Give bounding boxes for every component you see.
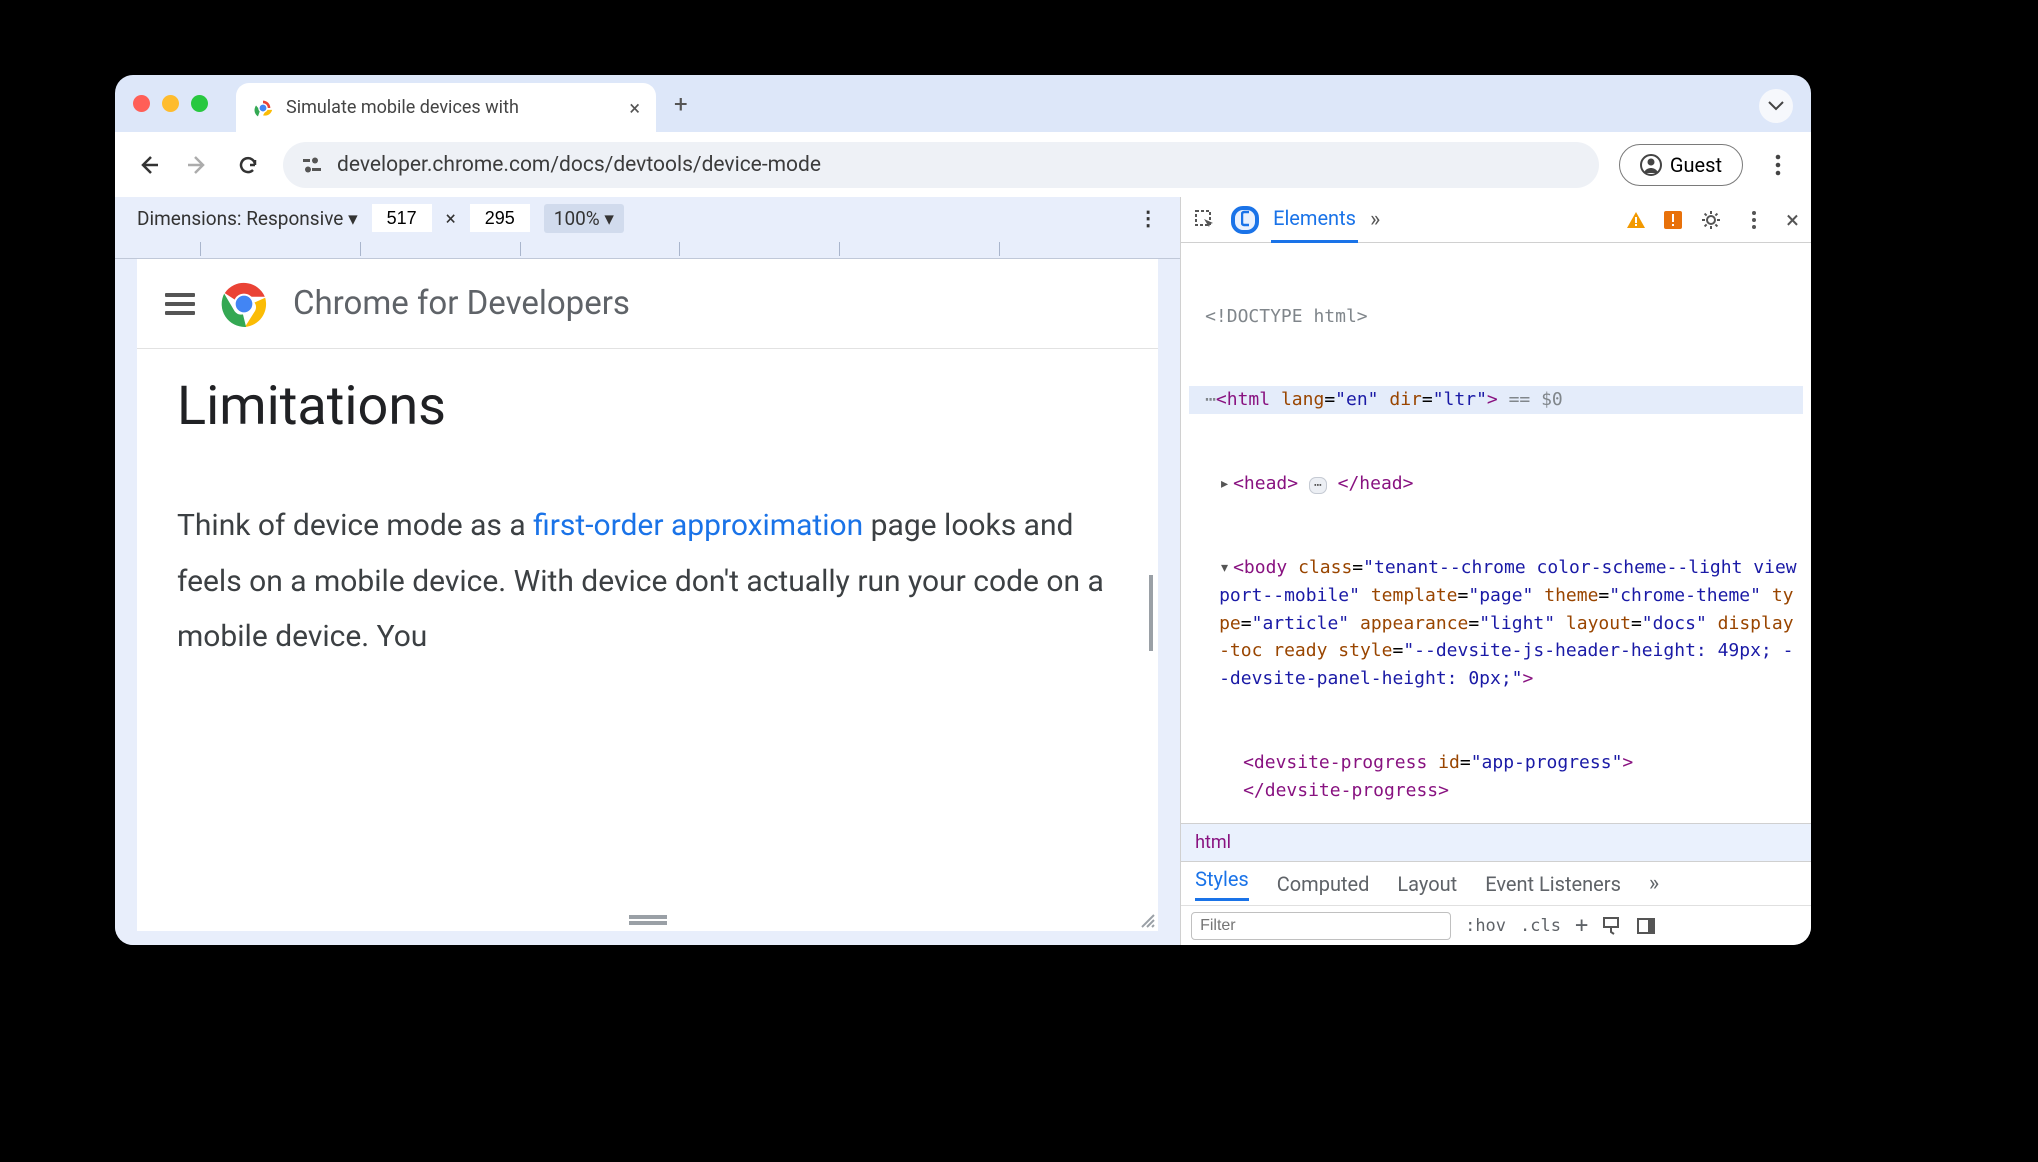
minimize-window-button[interactable]	[162, 95, 179, 112]
resize-handle-bottom[interactable]	[629, 913, 667, 927]
address-bar[interactable]: developer.chrome.com/docs/devtools/devic…	[283, 142, 1599, 188]
paragraph: Think of device mode as a first-order ap…	[177, 498, 1118, 665]
warning-icon[interactable]	[1626, 211, 1646, 229]
panel-toggle-icon[interactable]	[1636, 916, 1656, 936]
progress-line[interactable]: <devsite-progress id="app-progress"></de…	[1189, 749, 1803, 805]
browser-tab[interactable]: Simulate mobile devices with ×	[236, 83, 656, 132]
browser-window: Simulate mobile devices with × + develop…	[115, 75, 1811, 945]
chrome-icon	[252, 97, 274, 119]
guest-profile-button[interactable]: Guest	[1619, 144, 1743, 186]
hamburger-icon[interactable]	[165, 288, 195, 320]
tab-search-button[interactable]	[1759, 89, 1793, 123]
device-mode-pane: Dimensions: Responsive ▾ × 100% ▾ ⋮ Chro…	[115, 197, 1180, 945]
computed-tab[interactable]: Computed	[1277, 872, 1370, 896]
resize-handle-corner[interactable]	[1140, 913, 1156, 929]
styles-tabbar: Styles Computed Layout Event Listeners »	[1181, 861, 1811, 905]
width-input[interactable]	[372, 204, 432, 232]
fullscreen-window-button[interactable]	[191, 95, 208, 112]
tabs-overflow-icon[interactable]: »	[1370, 207, 1380, 232]
device-bar-more-icon[interactable]: ⋮	[1138, 206, 1158, 230]
close-window-button[interactable]	[133, 95, 150, 112]
guest-label: Guest	[1670, 153, 1722, 177]
head-line[interactable]: ▸<head> ⋯ </head>	[1189, 470, 1803, 498]
reload-button[interactable]	[233, 150, 263, 180]
html-element-line[interactable]: ⋯<html lang="en" dir="ltr"> == $0	[1189, 386, 1803, 414]
forward-button[interactable]	[183, 150, 213, 180]
tab-title: Simulate mobile devices with	[286, 97, 617, 118]
cls-button[interactable]: .cls	[1520, 916, 1561, 936]
paint-icon[interactable]	[1602, 916, 1622, 936]
page-heading: Limitations	[177, 375, 1118, 438]
approximation-link[interactable]: first-order approximation	[533, 508, 863, 543]
simulated-viewport: Chrome for Developers Limitations Think …	[137, 259, 1158, 931]
resize-handle-right[interactable]	[1148, 575, 1158, 651]
dimensions-dropdown[interactable]: Dimensions: Responsive ▾	[137, 207, 358, 230]
close-tab-icon[interactable]: ×	[629, 96, 640, 120]
inspect-element-icon[interactable]	[1191, 206, 1219, 234]
tabstrip: Simulate mobile devices with × +	[115, 75, 1811, 132]
styles-overflow-icon[interactable]: »	[1649, 871, 1659, 896]
back-button[interactable]	[133, 150, 163, 180]
site-settings-icon	[303, 157, 323, 173]
profile-icon	[1640, 154, 1662, 176]
styles-filter-bar: :hov .cls +	[1181, 905, 1811, 945]
devtools-panel: Elements » × <!DOCTYPE html> ⋯<html lang…	[1180, 197, 1811, 945]
event-listeners-tab[interactable]: Event Listeners	[1485, 872, 1621, 896]
new-style-button[interactable]: +	[1575, 913, 1588, 938]
layout-tab[interactable]: Layout	[1397, 872, 1457, 896]
address-toolbar: developer.chrome.com/docs/devtools/devic…	[115, 132, 1811, 197]
hov-button[interactable]: :hov	[1465, 916, 1506, 936]
issues-icon[interactable]	[1664, 211, 1682, 229]
chrome-logo-icon	[219, 279, 269, 329]
devtools-menu-icon[interactable]	[1740, 206, 1768, 234]
chevron-down-icon	[1768, 101, 1784, 111]
toggle-device-toolbar-icon[interactable]	[1231, 206, 1259, 234]
site-header: Chrome for Developers	[137, 259, 1158, 349]
browser-menu-button[interactable]	[1763, 150, 1793, 180]
doctype-line: <!DOCTYPE html>	[1189, 303, 1803, 331]
close-devtools-icon[interactable]: ×	[1786, 206, 1799, 234]
dom-tree[interactable]: <!DOCTYPE html> ⋯<html lang="en" dir="lt…	[1181, 243, 1811, 823]
zoom-dropdown[interactable]: 100% ▾	[544, 204, 624, 233]
ruler	[115, 239, 1180, 259]
styles-tab[interactable]: Styles	[1195, 867, 1249, 901]
dom-breadcrumb[interactable]: html	[1181, 823, 1811, 861]
styles-filter-input[interactable]	[1191, 912, 1451, 940]
gear-icon[interactable]	[1700, 209, 1722, 231]
body-line[interactable]: ▾<body class="tenant--chrome color-schem…	[1189, 554, 1803, 693]
height-input[interactable]	[470, 204, 530, 232]
device-toolbar: Dimensions: Responsive ▾ × 100% ▾ ⋮	[115, 197, 1180, 239]
elements-tab[interactable]: Elements	[1271, 196, 1358, 243]
site-title: Chrome for Developers	[293, 284, 630, 323]
window-controls	[133, 95, 208, 112]
url-text: developer.chrome.com/docs/devtools/devic…	[337, 153, 821, 177]
devtools-tabbar: Elements » ×	[1181, 197, 1811, 243]
new-tab-button[interactable]: +	[674, 90, 688, 118]
